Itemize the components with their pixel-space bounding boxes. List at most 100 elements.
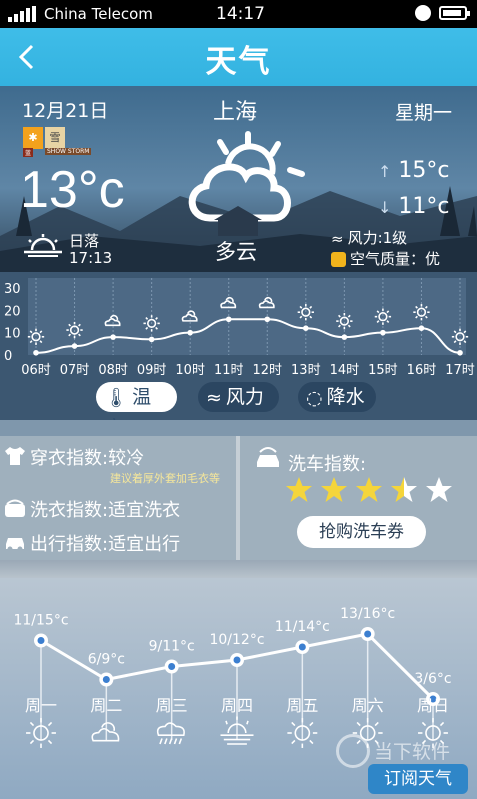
rain-icon (156, 722, 185, 745)
rating-star-icon (391, 477, 417, 502)
tab-wind[interactable]: ≈ 风力 (198, 382, 279, 412)
cloudy-icon (91, 722, 120, 742)
sunset-icon (24, 234, 62, 257)
temperature-point (264, 316, 271, 323)
badge-caption: 蓝 (23, 148, 34, 157)
up-arrow-icon: ↑ (378, 162, 392, 181)
snow-alert-icon[interactable]: ✱ (23, 127, 43, 149)
laundry-index[interactable]: 洗衣指数:适宜洗衣 (4, 496, 180, 522)
subscribe-weather-button[interactable]: 订阅天气 (368, 764, 468, 794)
x-tick-label: 08时 (98, 363, 128, 378)
wind-level: ≈ 风力:1级 (331, 229, 408, 248)
day-point-center (233, 656, 241, 664)
status-bar: China Telecom 14:17 (0, 0, 477, 28)
x-tick-label: 11时 (214, 363, 244, 378)
life-index-panel: 穿衣指数:较冷 建议着厚外套加毛衣等 洗衣指数:适宜洗衣 出行指数:适宜出行 洗… (0, 436, 477, 560)
current-temperature: 13°c (20, 161, 125, 219)
day-name[interactable]: 周六 (352, 696, 384, 715)
wind-icon: ≈ (206, 386, 222, 409)
temperature-point (341, 334, 348, 340)
y-tick-label: 0 (4, 349, 12, 364)
weather-condition: 多云 (215, 240, 257, 264)
alert-badges[interactable]: ✱ 雪 蓝 SHOW STORM (23, 126, 92, 157)
travel-index[interactable]: 出行指数:适宜出行 (4, 530, 180, 556)
page-title: 天气 (205, 44, 272, 80)
high-temperature: ↑ 15°c (378, 158, 450, 183)
day-temp-range: 3/6°c (414, 671, 451, 687)
signal-icon (8, 6, 36, 22)
day-temp-range: 10/12°c (209, 632, 264, 648)
rating-star-icon (426, 477, 452, 502)
weekday: 星期一 (395, 102, 453, 124)
day-temp-range: 6/9°c (88, 652, 125, 668)
day-name[interactable]: 周三 (156, 696, 188, 715)
thermometer-icon: 🌡 (104, 386, 129, 409)
wind-icon: ≈ (331, 229, 344, 248)
rating-star-icon (356, 477, 382, 502)
day-name[interactable]: 周二 (90, 696, 122, 715)
y-tick-label: 10 (4, 327, 21, 342)
city-name[interactable]: 上海 (213, 94, 257, 126)
current-weather-panel: 12月21日 上海 星期一 ✱ 雪 蓝 SHOW STORM 13°c 日落 17… (0, 86, 477, 272)
down-arrow-icon: ↓ (378, 198, 392, 217)
day-point-center (168, 663, 176, 670)
battery-icon (439, 6, 470, 20)
hourly-chart-panel: 0 10 20 30 06时 07时 08时 09时 10时 11时 12时 13时 14时 15时 16时… (0, 272, 477, 439)
temperature-point (110, 334, 116, 340)
x-tick-label: 15时 (368, 363, 398, 378)
x-tick-label: 09时 (137, 363, 167, 378)
carwash-title: 洗车指数: (288, 454, 367, 475)
day-temp-range: 11/14°c (275, 619, 330, 635)
temperature-point (225, 316, 232, 323)
house-silhouette (214, 206, 262, 236)
temperature-point (187, 329, 193, 336)
clock-time: 14:17 (216, 4, 265, 24)
carwash-icon (257, 447, 279, 467)
day-point-center (364, 630, 372, 638)
temperature-point (148, 336, 155, 343)
day-point-center (37, 637, 45, 644)
sunset-label: 日落 (69, 232, 100, 250)
clothing-note: 建议着厚外套加毛衣等 (110, 472, 220, 485)
life-index-list: 穿衣指数:较冷 建议着厚外套加毛衣等 洗衣指数:适宜洗衣 出行指数:适宜出行 (0, 436, 236, 560)
day-name[interactable]: 周五 (286, 696, 318, 715)
washing-icon (5, 499, 25, 517)
x-tick-label: 12时 (252, 363, 282, 378)
temperature-point (418, 325, 425, 331)
temperature-point (457, 349, 463, 356)
x-tick-label: 14时 (330, 363, 360, 378)
sunset-time: 17:13 (69, 249, 113, 267)
buy-carwash-coupon-button[interactable]: 抢购洗车券 (297, 516, 426, 548)
rating-star-icon (321, 477, 347, 502)
y-tick-label: 20 (4, 304, 21, 319)
rating-star-icon (286, 477, 312, 502)
watermark-logo-icon (336, 734, 370, 768)
raindrop-icon: ◌ (306, 386, 323, 409)
clothing-index[interactable]: 穿衣指数:较冷 (4, 444, 144, 470)
air-quality-icon (331, 252, 346, 267)
car-icon (6, 538, 24, 552)
title-bar: 天气 (0, 28, 477, 86)
badge-caption: SHOW STORM (45, 148, 92, 155)
temperature-point (71, 343, 78, 349)
temperature-point (303, 325, 309, 331)
low-temperature: ↓ 11°c (378, 194, 450, 219)
storm-alert-icon[interactable]: 雪 (45, 127, 65, 149)
section-divider (0, 420, 477, 436)
air-quality[interactable]: 空气质量：优 (331, 248, 440, 269)
tab-temperature[interactable]: 🌡温度 (96, 382, 177, 439)
temperature-point (380, 329, 386, 336)
x-tick-label: 13时 (291, 363, 321, 378)
day-temp-range: 13/16°c (340, 606, 395, 622)
day-temp-range: 11/15°c (13, 613, 68, 629)
x-tick-label: 17时 (445, 363, 475, 378)
day-point-center (102, 676, 110, 683)
x-tick-label: 10时 (175, 363, 205, 378)
chart-plot-area (28, 278, 466, 355)
day-name[interactable]: 周日 (417, 696, 449, 715)
section-divider (0, 560, 477, 578)
tab-precipitation[interactable]: ◌ 降水 (298, 382, 376, 412)
day-name[interactable]: 周一 (25, 696, 57, 715)
alarm-icon (415, 5, 431, 21)
day-name[interactable]: 周四 (221, 696, 253, 715)
